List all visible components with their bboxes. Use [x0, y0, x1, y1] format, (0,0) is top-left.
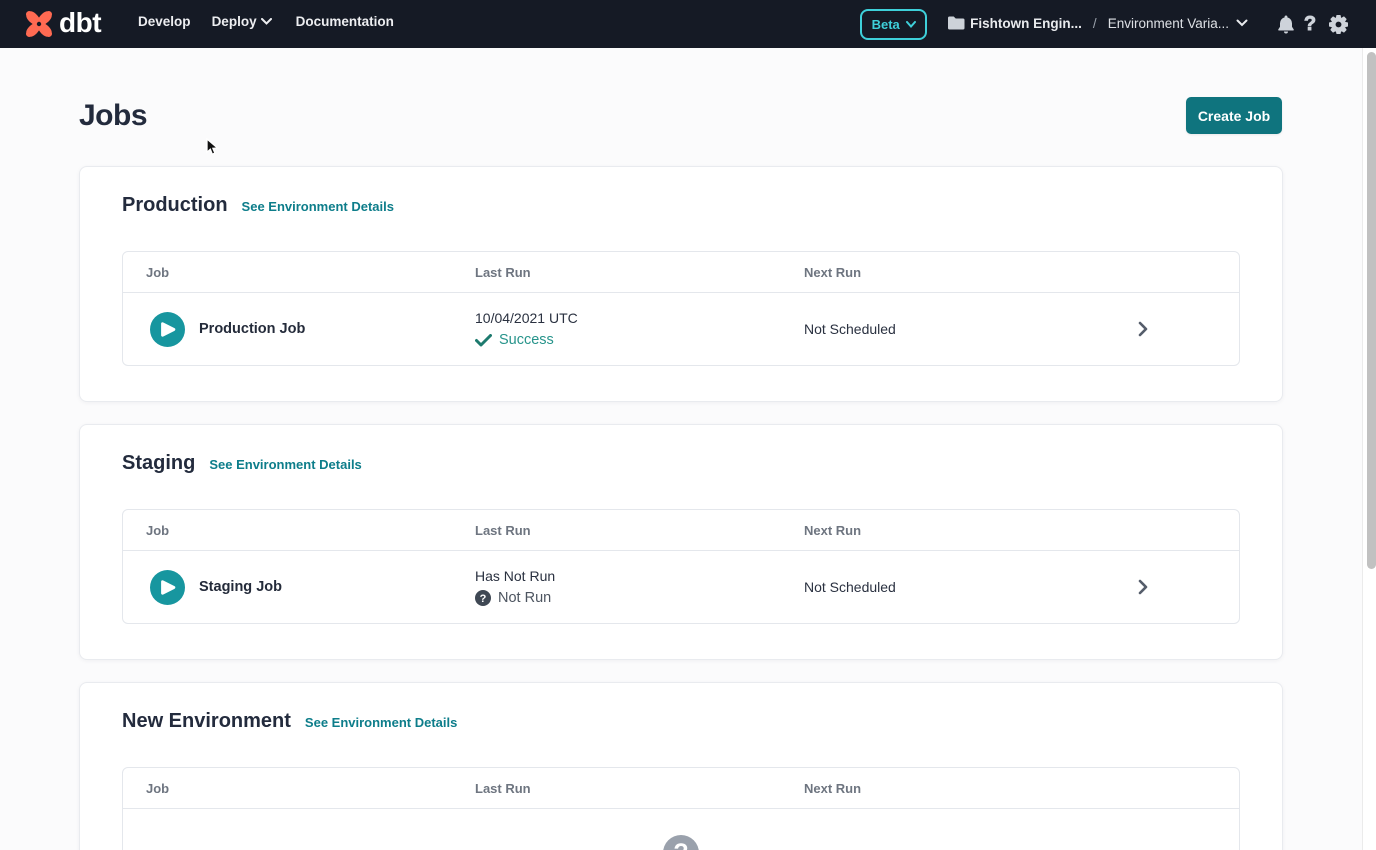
svg-text:?: ? [480, 593, 487, 605]
